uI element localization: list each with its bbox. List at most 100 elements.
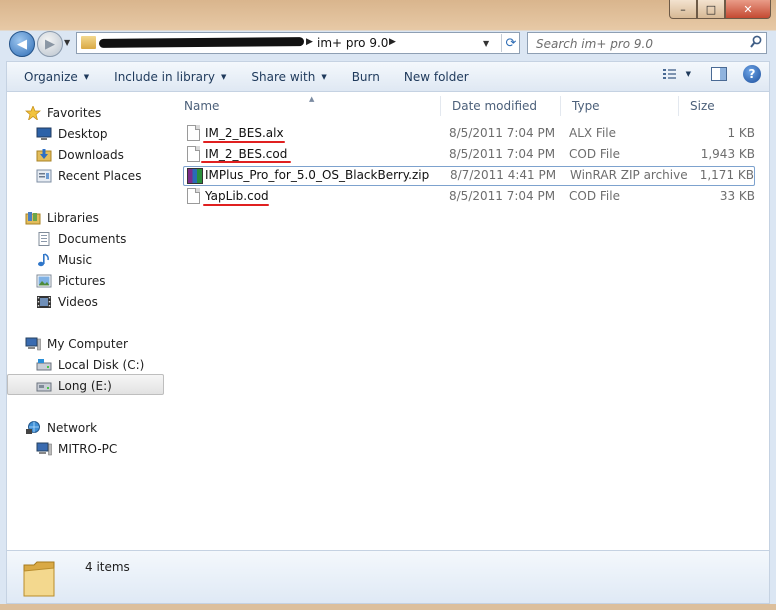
file-name: YapLib.cod <box>205 189 269 203</box>
file-name: IM_2_BES.alx <box>205 126 284 140</box>
file-date: 8/5/2011 7:04 PM <box>449 189 556 203</box>
toolbar-right: ▼ ? <box>662 65 761 83</box>
back-button[interactable]: ◀ <box>9 31 35 57</box>
file-date: 8/5/2011 7:04 PM <box>449 147 556 161</box>
chevron-down-icon: ▼ <box>221 72 227 81</box>
search-input[interactable] <box>534 35 738 53</box>
sidebar-item-pictures[interactable]: Pictures <box>36 270 106 291</box>
sidebar-item-label: Pictures <box>58 273 106 288</box>
winrar-archive-icon <box>187 168 203 184</box>
annotation-underline <box>201 161 291 163</box>
music-icon <box>38 252 49 266</box>
address-dropdown[interactable]: ▼ <box>483 39 489 48</box>
organize-button[interactable]: Organize ▼ <box>7 62 98 91</box>
sidebar-favorites[interactable]: Favorites <box>25 102 101 123</box>
sort-ascending-icon: ▲ <box>309 95 315 103</box>
recent-places-icon <box>36 169 52 182</box>
file-name: IM_2_BES.cod <box>205 147 288 161</box>
address-bar[interactable]: ▶ im+ pro 9.0 ▶ ▼ ⟳ <box>76 32 520 54</box>
help-icon[interactable]: ? <box>743 65 761 83</box>
documents-icon <box>38 231 50 246</box>
folder-icon <box>23 561 55 597</box>
sidebar-network[interactable]: Network <box>25 417 97 438</box>
sidebar-item-videos[interactable]: Videos <box>36 291 98 312</box>
search-box[interactable] <box>527 32 767 54</box>
sidebar-item-recent-places[interactable]: Recent Places <box>36 165 141 186</box>
sidebar-item-music[interactable]: Music <box>36 249 92 270</box>
breadcrumb-separator-icon[interactable]: ▶ <box>306 37 313 47</box>
cod-file-icon <box>187 146 200 162</box>
libraries-icon <box>25 211 41 224</box>
column-header-size[interactable]: Size <box>679 96 763 116</box>
file-size: 1,943 KB <box>700 147 755 161</box>
sidebar-item-label: Local Disk (C:) <box>58 357 145 372</box>
recent-pages-dropdown[interactable]: ▼ <box>64 38 70 47</box>
sidebar-item-label: Music <box>58 252 93 267</box>
column-header-date[interactable]: Date modified <box>441 96 561 116</box>
sidebar-item-label: Long (E:) <box>58 378 112 393</box>
file-list: Name ▲ Date modified Type Size IM_2_BES.… <box>173 92 769 550</box>
close-button[interactable]: ✕ <box>725 0 771 19</box>
file-date: 8/5/2011 7:04 PM <box>449 126 556 140</box>
chevron-down-icon: ▼ <box>321 72 327 81</box>
main-content: Favorites Desktop Downloads Recent Place… <box>6 92 770 550</box>
command-bar: Organize ▼ Include in library ▼ Share with… <box>6 61 770 92</box>
column-header-name[interactable]: Name ▲ <box>173 95 441 116</box>
address-row: ◀ ▶ ▼ ▶ im+ pro 9.0 ▶ ▼ ⟳ <box>0 30 776 60</box>
sidebar-item-long-e[interactable]: Long (E:) <box>36 375 112 396</box>
file-type: COD File <box>569 189 620 203</box>
file-date: 8/7/2011 4:41 PM <box>450 168 557 182</box>
sidebar-my-computer[interactable]: My Computer <box>25 333 128 354</box>
share-with-button[interactable]: Share with ▼ <box>235 62 335 91</box>
table-row[interactable]: IM_2_BES.alx 8/5/2011 7:04 PM ALX File 1… <box>183 124 755 144</box>
cod-file-icon <box>187 188 200 204</box>
sidebar-my-computer-label: My Computer <box>47 336 128 351</box>
minimize-button[interactable]: – <box>669 0 697 19</box>
view-options-dropdown[interactable]: ▼ <box>686 70 691 78</box>
sidebar-item-label: Downloads <box>58 147 124 162</box>
computer-icon <box>36 442 52 455</box>
sidebar-libraries[interactable]: Libraries <box>25 207 99 228</box>
search-icon[interactable] <box>750 35 762 49</box>
breadcrumb-current[interactable]: im+ pro 9.0 <box>317 36 388 50</box>
window-frame-bottom <box>0 604 776 610</box>
sidebar-item-label: MITRO-PC <box>58 441 118 456</box>
details-pane: 4 items <box>6 550 770 604</box>
sidebar-network-label: Network <box>47 420 98 435</box>
computer-icon <box>25 337 41 350</box>
table-row[interactable]: IM_2_BES.cod 8/5/2011 7:04 PM COD File 1… <box>183 145 755 165</box>
table-row[interactable]: YapLib.cod 8/5/2011 7:04 PM COD File 33 … <box>183 187 755 207</box>
drive-icon <box>36 382 52 391</box>
sidebar-libraries-label: Libraries <box>47 210 99 225</box>
include-in-library-label: Include in library <box>114 69 216 84</box>
refresh-icon[interactable]: ⟳ <box>501 34 520 52</box>
downloads-icon <box>36 148 52 161</box>
sidebar-item-local-disk-c[interactable]: Local Disk (C:) <box>36 354 144 375</box>
include-in-library-button[interactable]: Include in library ▼ <box>98 62 235 91</box>
sidebar-item-label: Videos <box>58 294 98 309</box>
burn-button[interactable]: Burn <box>336 62 389 91</box>
column-header-name-label: Name <box>184 99 220 113</box>
maximize-button[interactable]: □ <box>697 0 725 19</box>
sidebar-item-mitro-pc[interactable]: MITRO-PC <box>36 438 117 459</box>
new-folder-button[interactable]: New folder <box>389 62 478 91</box>
item-count: 4 items <box>85 560 130 574</box>
sidebar-favorites-label: Favorites <box>47 105 102 120</box>
column-header-type[interactable]: Type <box>561 96 679 116</box>
sidebar-item-documents[interactable]: Documents <box>36 228 126 249</box>
file-type: COD File <box>569 147 620 161</box>
table-row[interactable]: IMPlus_Pro_for_5.0_OS_BlackBerry.zip 8/7… <box>183 166 755 186</box>
file-size: 33 KB <box>719 189 755 203</box>
star-icon <box>25 105 41 120</box>
pane-splitter[interactable] <box>166 92 172 550</box>
desktop-icon <box>36 127 52 140</box>
change-view-icon[interactable] <box>662 67 678 81</box>
organize-label: Organize <box>24 69 78 84</box>
breadcrumb-chevron-icon[interactable]: ▶ <box>389 37 396 47</box>
sidebar-item-downloads[interactable]: Downloads <box>36 144 124 165</box>
sidebar-item-desktop[interactable]: Desktop <box>36 123 108 144</box>
preview-pane-icon[interactable] <box>711 67 727 81</box>
column-header-size-label: Size <box>690 99 715 113</box>
column-header-type-label: Type <box>572 99 600 113</box>
forward-button[interactable]: ▶ <box>37 31 63 57</box>
